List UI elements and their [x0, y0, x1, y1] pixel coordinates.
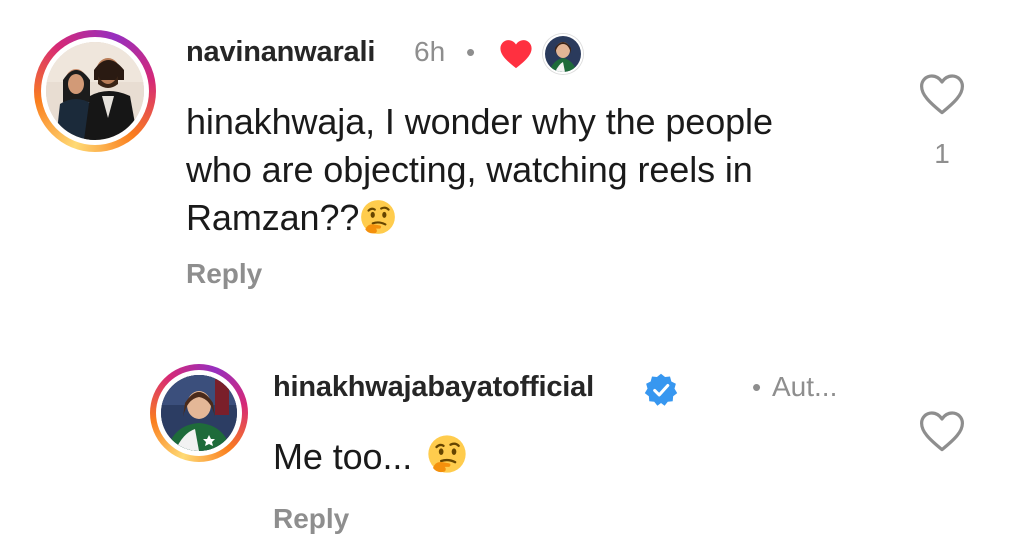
verified-badge-icon: [643, 372, 679, 408]
reply-button[interactable]: Reply: [186, 258, 262, 290]
comment-text-line: hinakhwaja, I wonder why the people: [186, 101, 773, 142]
separator-dot: •: [466, 37, 476, 67]
comment: navinanwarali 6h • hinakhwaja, I wonder …: [0, 0, 1024, 300]
like-heart-icon[interactable]: [918, 72, 966, 116]
username[interactable]: navinanwarali: [186, 36, 375, 69]
comment-text: Me too...: [273, 433, 468, 487]
reply-comment: hinakhwajabayatofficial • Aut... Me too.…: [0, 355, 1024, 550]
comment-text-content: Me too...: [273, 436, 413, 477]
comment-text-end: Ramzan??: [186, 197, 360, 238]
like-count: 1: [934, 138, 950, 169]
thinking-face-icon: [426, 433, 468, 487]
like-heart-icon[interactable]: [918, 409, 966, 453]
reply-button[interactable]: Reply: [273, 503, 349, 535]
avatar[interactable]: [161, 375, 237, 451]
author-tag: Aut...: [772, 371, 838, 402]
comment-text-line: who are objecting, watching reels in: [186, 149, 753, 190]
avatar[interactable]: [46, 42, 144, 140]
thinking-face-icon: [359, 198, 397, 248]
separator-dot: •: [752, 372, 762, 402]
author-mini-avatar: [543, 34, 583, 74]
timestamp: 6h: [414, 36, 446, 67]
liked-by-author-heart-icon: [499, 38, 533, 70]
comment-text-line: Ramzan??: [186, 194, 866, 248]
username[interactable]: hinakhwajabayatofficial: [273, 371, 594, 404]
comment-text: hinakhwaja, I wonder why the people who …: [186, 98, 866, 248]
